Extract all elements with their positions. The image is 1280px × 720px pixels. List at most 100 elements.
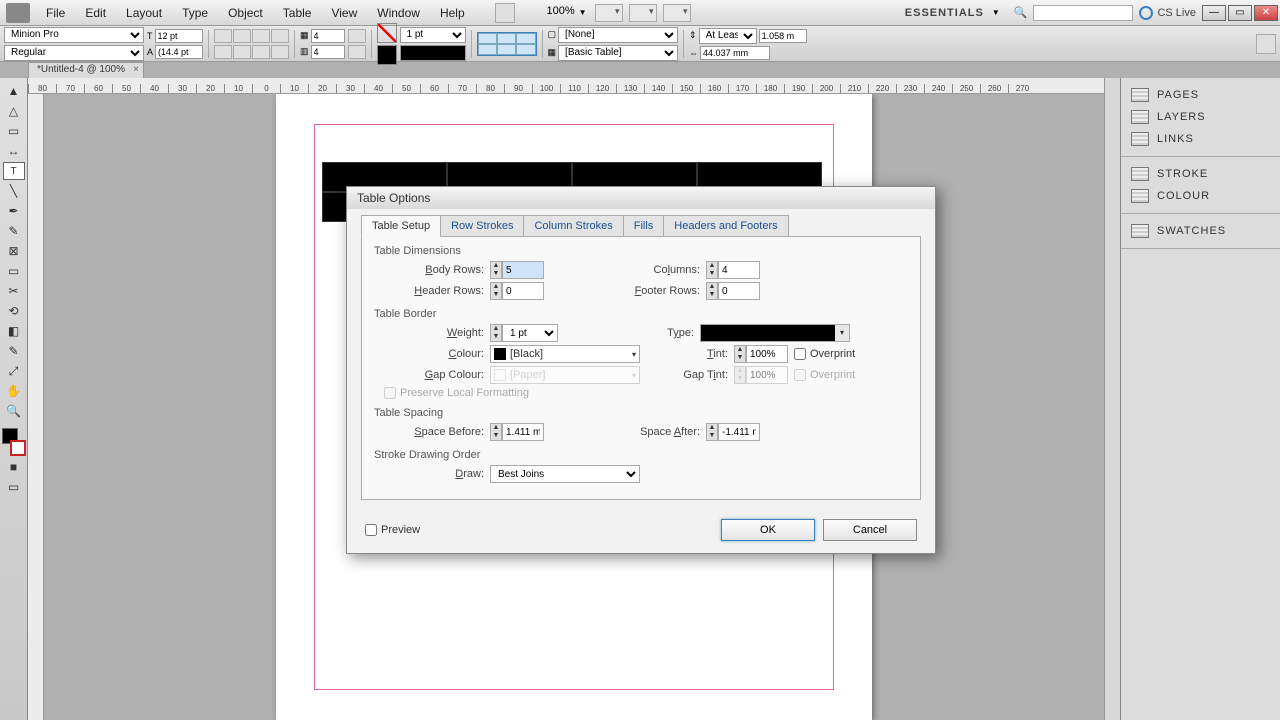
search-input[interactable] xyxy=(1033,5,1133,21)
quick-apply-button[interactable] xyxy=(1256,34,1276,54)
stroke-swatch[interactable] xyxy=(377,45,397,65)
menu-file[interactable]: File xyxy=(36,6,75,20)
table-cols-input[interactable] xyxy=(311,45,345,59)
valign-justify-button[interactable] xyxy=(271,45,289,59)
preview-checkbox[interactable] xyxy=(365,524,377,536)
links-panel-tab[interactable]: LINKS xyxy=(1121,128,1280,150)
stroke-weight-select[interactable]: 1 pt xyxy=(400,27,466,43)
zoom-tool[interactable]: 🔍 xyxy=(3,402,25,420)
header-rows-input[interactable] xyxy=(502,282,544,300)
align-center-button[interactable] xyxy=(233,29,251,43)
font-size-input[interactable] xyxy=(155,29,203,43)
view-mode-button[interactable]: ▭ xyxy=(3,478,25,496)
tint-stepper[interactable]: ▲▼ xyxy=(734,345,746,363)
footer-rows-input[interactable] xyxy=(718,282,760,300)
stroke-panel-tab[interactable]: STROKE xyxy=(1121,163,1280,185)
maximize-button[interactable]: ▭ xyxy=(1228,5,1252,21)
cs-live-button[interactable]: CS Live xyxy=(1139,6,1196,20)
scissors-tool[interactable]: ✂ xyxy=(3,282,25,300)
draw-select[interactable]: Best Joins xyxy=(490,465,640,483)
menu-object[interactable]: Object xyxy=(218,6,273,20)
fill-stroke-proxy[interactable] xyxy=(2,428,26,456)
hand-tool[interactable]: ✋ xyxy=(3,382,25,400)
menu-edit[interactable]: Edit xyxy=(75,6,116,20)
tab-row-strokes[interactable]: Row Strokes xyxy=(440,215,524,237)
valign-bottom-button[interactable] xyxy=(252,45,270,59)
rowheight-mode-select[interactable]: At Least xyxy=(699,28,757,44)
menu-table[interactable]: Table xyxy=(273,6,322,20)
direct-selection-tool[interactable]: △ xyxy=(3,102,25,120)
tint-input[interactable] xyxy=(746,345,788,363)
merge-cells-button[interactable] xyxy=(348,29,366,43)
apply-color-button[interactable]: ■ xyxy=(3,458,25,476)
zoom-level[interactable]: 100% xyxy=(535,5,575,21)
weight-stepper[interactable]: ▲▼ xyxy=(490,324,502,342)
menu-window[interactable]: Window xyxy=(367,6,430,20)
type-tool[interactable]: T xyxy=(3,162,25,180)
leading-input[interactable] xyxy=(155,45,203,59)
colwidth-input[interactable] xyxy=(700,46,770,60)
chevron-down-icon[interactable]: ▼ xyxy=(992,8,1000,17)
colour-select[interactable]: [Black]▾ xyxy=(490,345,640,363)
pages-panel-tab[interactable]: PAGES xyxy=(1121,84,1280,106)
space-before-input[interactable] xyxy=(502,423,544,441)
unmerge-cells-button[interactable] xyxy=(348,45,366,59)
document-tab[interactable]: *Untitled-4 @ 100% × xyxy=(28,62,144,78)
bridge-icon[interactable] xyxy=(495,3,515,23)
stroke-type-select[interactable]: ▾ xyxy=(700,324,850,342)
minimize-button[interactable]: — xyxy=(1202,5,1226,21)
stroke-proxy[interactable] xyxy=(477,32,537,56)
layers-panel-tab[interactable]: LAYERS xyxy=(1121,106,1280,128)
tab-table-setup[interactable]: Table Setup xyxy=(361,215,441,237)
valign-top-button[interactable] xyxy=(214,45,232,59)
table-style-select[interactable]: [Basic Table] xyxy=(558,45,678,61)
menu-view[interactable]: View xyxy=(321,6,367,20)
space-before-stepper[interactable]: ▲▼ xyxy=(490,423,502,441)
body-rows-stepper[interactable]: ▲▼ xyxy=(490,261,502,279)
align-left-button[interactable] xyxy=(214,29,232,43)
fill-swatch[interactable] xyxy=(377,23,397,43)
columns-input[interactable] xyxy=(718,261,760,279)
menu-type[interactable]: Type xyxy=(172,6,218,20)
rectangle-tool[interactable]: ▭ xyxy=(3,262,25,280)
cell-style-select[interactable]: [None] xyxy=(558,27,678,43)
rowheight-input[interactable] xyxy=(759,29,807,43)
weight-select[interactable]: 1 pt xyxy=(502,324,558,342)
align-justify-button[interactable] xyxy=(271,29,289,43)
font-style-select[interactable]: Regular xyxy=(4,45,144,61)
font-family-select[interactable]: Minion Pro xyxy=(4,27,144,43)
free-transform-tool[interactable]: ⟲ xyxy=(3,302,25,320)
rectangle-frame-tool[interactable]: ⊠ xyxy=(3,242,25,260)
columns-stepper[interactable]: ▲▼ xyxy=(706,261,718,279)
selection-tool[interactable]: ▲ xyxy=(3,82,25,100)
vertical-scrollbar[interactable] xyxy=(1104,78,1120,720)
space-after-stepper[interactable]: ▲▼ xyxy=(706,423,718,441)
pen-tool[interactable]: ✒ xyxy=(3,202,25,220)
screen-mode-dropdown[interactable] xyxy=(629,4,657,22)
note-tool[interactable]: ✎ xyxy=(3,342,25,360)
table-rows-input[interactable] xyxy=(311,29,345,43)
tab-headers-footers[interactable]: Headers and Footers xyxy=(663,215,788,237)
tab-column-strokes[interactable]: Column Strokes xyxy=(523,215,623,237)
cancel-button[interactable]: Cancel xyxy=(823,519,917,541)
gradient-tool[interactable]: ◧ xyxy=(3,322,25,340)
space-after-input[interactable] xyxy=(718,423,760,441)
gap-tool[interactable]: ↔ xyxy=(3,142,25,160)
valign-middle-button[interactable] xyxy=(233,45,251,59)
arrange-dropdown[interactable] xyxy=(663,4,691,22)
pencil-tool[interactable]: ✎ xyxy=(3,222,25,240)
close-tab-icon[interactable]: × xyxy=(133,64,139,75)
chevron-down-icon[interactable]: ▼ xyxy=(579,8,587,17)
ok-button[interactable]: OK xyxy=(721,519,815,541)
colour-panel-tab[interactable]: COLOUR xyxy=(1121,185,1280,207)
view-options-dropdown[interactable] xyxy=(595,4,623,22)
menu-layout[interactable]: Layout xyxy=(116,6,172,20)
body-rows-input[interactable] xyxy=(502,261,544,279)
stroke-type-select[interactable] xyxy=(400,45,466,61)
eyedropper-tool[interactable]: ⤢ xyxy=(3,362,25,380)
menu-help[interactable]: Help xyxy=(430,6,475,20)
align-right-button[interactable] xyxy=(252,29,270,43)
tab-fills[interactable]: Fills xyxy=(623,215,665,237)
overprint-checkbox[interactable] xyxy=(794,348,806,360)
page-tool[interactable]: ▭ xyxy=(3,122,25,140)
